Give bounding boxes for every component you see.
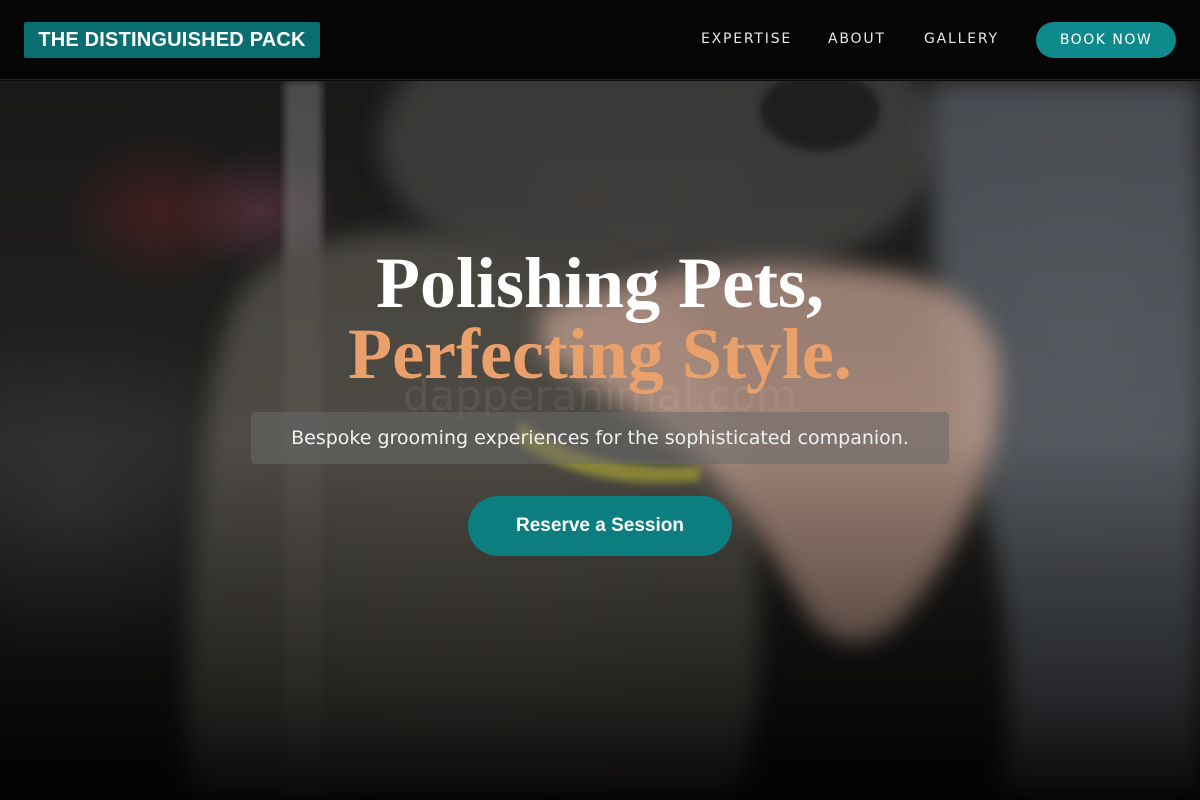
hero-headline-line1: Polishing Pets, bbox=[375, 243, 825, 323]
reserve-session-button[interactable]: Reserve a Session bbox=[468, 496, 732, 556]
logo[interactable]: THE DISTINGUISHED PACK bbox=[24, 22, 320, 58]
site-header: THE DISTINGUISHED PACK EXPERTISE ABOUT G… bbox=[0, 0, 1200, 80]
hero-section: dapperanimal.com Polishing Pets, Perfect… bbox=[0, 81, 1200, 800]
nav-link-expertise[interactable]: EXPERTISE bbox=[701, 31, 792, 47]
nav-link-gallery[interactable]: GALLERY bbox=[924, 31, 999, 47]
nav-link-about[interactable]: ABOUT bbox=[828, 31, 886, 47]
book-now-button[interactable]: BOOK NOW bbox=[1036, 22, 1176, 58]
hero-headline-line2: Perfecting Style. bbox=[348, 314, 852, 394]
hero-subtitle: Bespoke grooming experiences for the sop… bbox=[251, 412, 949, 464]
